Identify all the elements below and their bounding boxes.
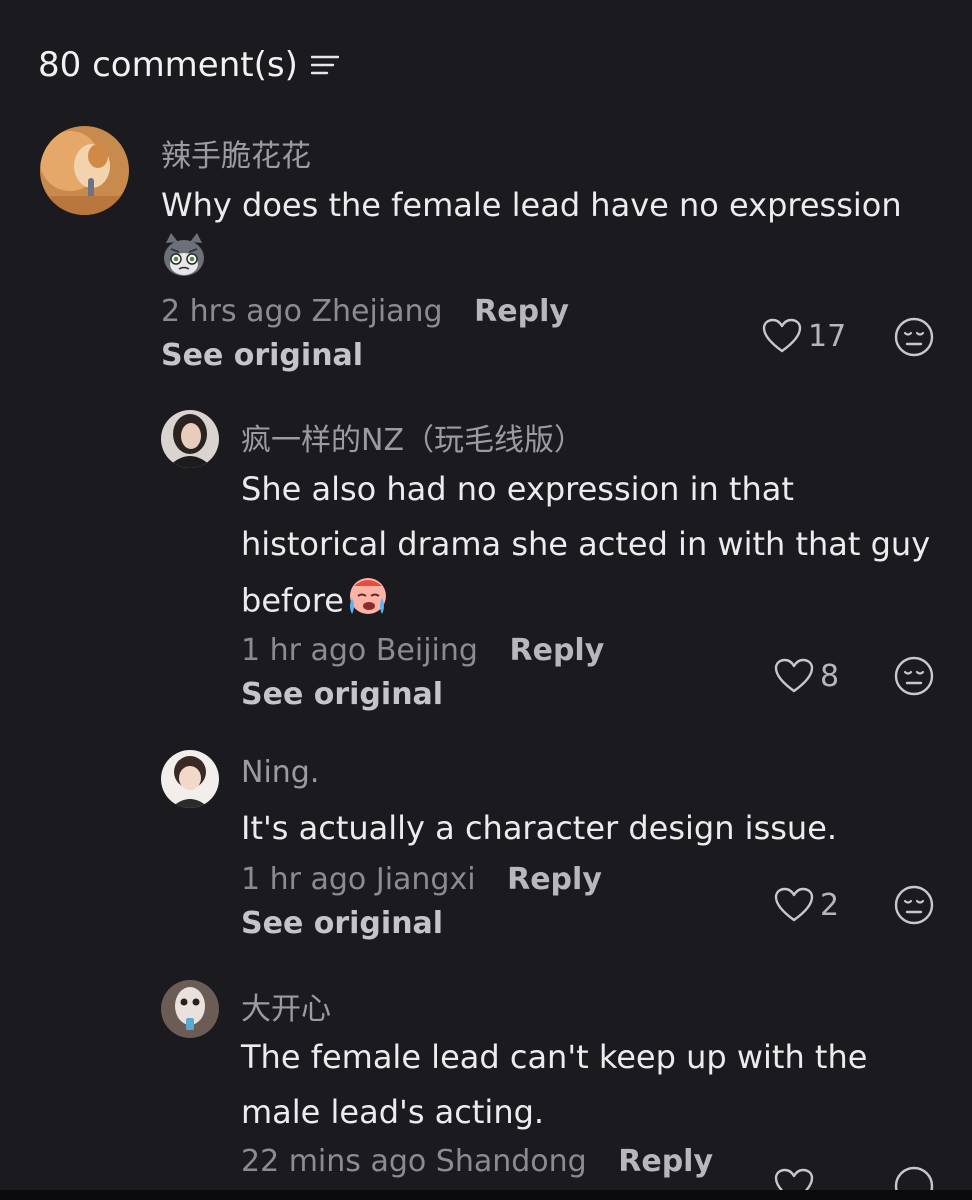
reply-comment-item: 大开心 The female lead can't keep up with t… — [0, 0, 972, 1190]
comments-panel: 80 comment(s) 辣手脆花花 Why does the female … — [0, 0, 972, 1200]
comment-username[interactable]: 大开心 — [241, 984, 331, 1028]
neutral-face-icon[interactable] — [894, 1166, 934, 1190]
comment-meta: 22 mins ago Shandong Reply — [241, 1144, 713, 1179]
reply-button[interactable]: Reply — [618, 1144, 713, 1179]
bottom-bar — [0, 1190, 972, 1200]
comment-text-line: male lead's acting. — [241, 1093, 545, 1131]
comment-text: The female lead can't keep up with the m… — [241, 1030, 941, 1140]
comment-time: 22 mins ago — [241, 1144, 427, 1179]
heart-icon — [774, 1168, 814, 1190]
like-button[interactable] — [774, 1168, 814, 1190]
comment-text-line: The female lead can't keep up with the — [241, 1038, 868, 1076]
comment-location: Shandong — [435, 1144, 587, 1179]
avatar[interactable] — [161, 980, 219, 1038]
